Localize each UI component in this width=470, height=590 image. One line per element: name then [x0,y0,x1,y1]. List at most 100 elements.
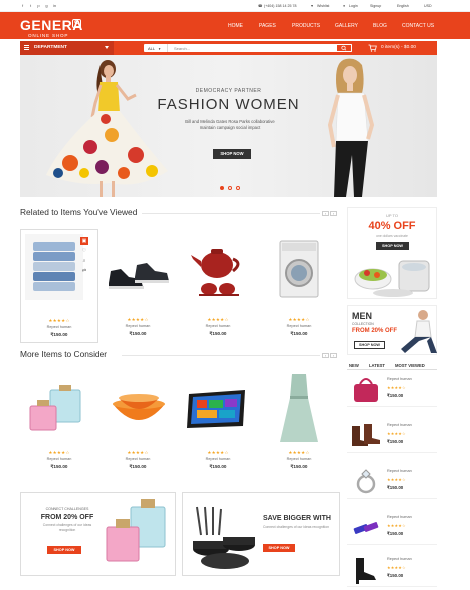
product-card[interactable]: ★★★★☆ Repect human ₹150.00 [179,229,257,343]
promo-40-off[interactable]: UP TO 40% OFF one dollars vaccinate SHOP… [347,207,437,299]
mini-product-title[interactable]: Repect human [387,423,412,427]
mini-product[interactable]: Repect human ★★★★☆ ₹150.00 [347,417,437,453]
product-title[interactable]: Repect human [260,457,338,461]
product-title[interactable]: Repect human [99,324,177,328]
banner-headline: FROM 20% OFF [40,514,94,521]
chevron-right-icon: › [448,44,450,50]
slider-dot[interactable] [228,186,232,190]
banner-headline: SAVE BIGGER WITH [263,515,331,522]
promo-men-collection[interactable]: MEN COLLECTION FROM 20% OFF SHOP NOW [347,305,437,355]
product-card[interactable]: ★★★★☆ Repect human ₹150.00 [179,368,257,482]
login-link[interactable]: Login [349,4,358,8]
chevron-right-icon[interactable]: › [330,211,337,216]
mini-product-title[interactable]: Repect human [387,377,412,381]
tab-most-viewed[interactable]: MOST VIEWED [395,363,425,368]
rating-stars: ★★★★☆ [288,317,310,322]
facebook-icon[interactable]: f [20,3,25,8]
slider-dot[interactable] [220,186,224,190]
cart-icon[interactable]: ▣ [80,237,88,245]
promo-shop-now-button[interactable]: SHOP NOW [376,242,409,250]
cart-summary: 0 item(s) - $0.00 [381,45,416,50]
hero-shop-now-button[interactable]: SHOP NOW [213,149,251,159]
nav-home[interactable]: HOME [228,23,243,29]
search-button[interactable] [336,44,352,52]
heart-icon[interactable]: ♡ [80,247,88,255]
promo-men-sub: COLLECTION [352,322,374,326]
mini-product-title[interactable]: Repect human [387,557,412,561]
slider-pagination [220,186,240,190]
chevron-left-icon[interactable]: ‹ [322,211,329,216]
search-input[interactable]: Search... [174,46,190,51]
chevron-right-icon[interactable]: › [330,353,337,358]
product-price: ₹150.00 [129,464,147,469]
product-price: ₹150.00 [129,331,147,336]
product-card[interactable]: ▣ ♡ ⌕ ⇄ ★★★★☆ Repect human ₹150.00 [20,229,98,343]
tab-new[interactable]: NEW [349,363,359,368]
mini-product[interactable]: Repect human ★★★★☆ ₹150.00 [347,371,437,407]
rating-stars: ★★★★☆ [127,450,149,455]
product-card[interactable]: ★★★★☆ Repect human ₹150.00 [260,229,338,343]
compare-icon[interactable]: ⇄ [80,267,88,275]
mini-product-title[interactable]: Repect human [387,515,412,519]
mini-product[interactable]: Repect human ★★★★☆ ₹150.00 [347,551,437,587]
nav-blog[interactable]: BLOG [373,23,387,29]
mini-product-title[interactable]: Repect human [387,469,412,473]
mini-product[interactable]: Repect human ★★★★☆ ₹150.00 [347,463,437,499]
rating-stars: ★★★★☆ [48,318,70,323]
signup-link[interactable]: Signup [370,4,381,8]
rating-stars: ★★★★☆ [387,523,406,528]
search-icon[interactable]: ⌕ [80,257,88,265]
product-title[interactable]: Repect human [260,324,338,328]
hero-kicker: DEMOCRACY PARTNER [195,88,262,94]
rating-stars: ★★★★☆ [387,565,406,570]
linkedin-icon[interactable]: in [52,3,57,8]
pinterest-icon[interactable]: p [36,3,41,8]
product-image-usb [353,522,379,534]
brand-tagline: ONLINE SHOP [28,33,69,38]
chevron-left-icon[interactable]: ‹ [322,353,329,358]
search-category-select[interactable]: ALL ▼ [144,44,168,52]
twitter-icon[interactable]: t [28,3,33,8]
product-price: ₹150.00 [50,464,68,469]
product-card[interactable]: ★★★★☆ Repect human ₹150.00 [260,368,338,482]
department-label: DEPARTMENT [34,45,67,50]
menu-icon [24,45,29,50]
product-title[interactable]: Repect human [21,325,97,329]
tab-latest[interactable]: LATEST [369,363,385,368]
wishlist-link[interactable]: Wishlist [317,4,329,8]
product-title[interactable]: Repect human [179,324,257,328]
mini-product-price: ₹150.00 [387,393,404,398]
nav-products[interactable]: PRODUCTS [292,23,320,29]
promo-men-headline: FROM 20% OFF [352,328,398,334]
mini-product[interactable]: Repect human ★★★★☆ ₹150.00 [347,509,437,545]
nav-gallery[interactable]: GALLERY [335,23,358,29]
banner-image-cookware [193,506,255,569]
department-dropdown[interactable]: DEPARTMENT [20,41,114,55]
more-carousel-arrows: ‹ › [322,353,337,358]
product-card[interactable]: ★★★★☆ Repect human ₹150.00 [20,368,98,482]
product-title[interactable]: Repect human [99,457,177,461]
banner-perfume[interactable]: CONNECT CHALLENGES FROM 20% OFF Connect … [20,492,176,576]
product-image-handbag [354,378,378,402]
nav-pages[interactable]: PAGES [259,23,276,29]
product-card[interactable]: ★★★★☆ Repect human ₹150.00 [99,368,177,482]
phone-number: (+404) 158 14 25 78 [264,4,297,8]
nav-contact[interactable]: CONTACT US [402,23,434,29]
rating-stars: ★★★★☆ [207,317,229,322]
cart-icon [368,44,377,52]
currency-select[interactable]: USD [424,4,432,8]
promo-men-shop-now-button[interactable]: SHOP NOW [354,341,385,349]
product-card[interactable]: ★★★★☆ Repect human ₹150.00 [99,229,177,343]
banner-kicker: CONNECT CHALLENGES [45,507,89,511]
cart-button[interactable]: 0 item(s) - $0.00 › [368,44,452,53]
product-title[interactable]: Repect human [20,457,98,461]
google-plus-icon[interactable]: g [44,3,49,8]
slider-dot[interactable] [236,186,240,190]
banner-shop-now-button[interactable]: SHOP NOW [47,546,81,554]
wishlist-icon: ♥ [311,4,314,8]
banner-cookware[interactable]: SAVE BIGGER WITH Connect challenges of o… [182,492,340,576]
language-select[interactable]: English [397,4,409,8]
rating-stars: ★★★★☆ [288,450,310,455]
product-title[interactable]: Repect human [179,457,257,461]
banner-shop-now-button[interactable]: SHOP NOW [263,544,295,552]
